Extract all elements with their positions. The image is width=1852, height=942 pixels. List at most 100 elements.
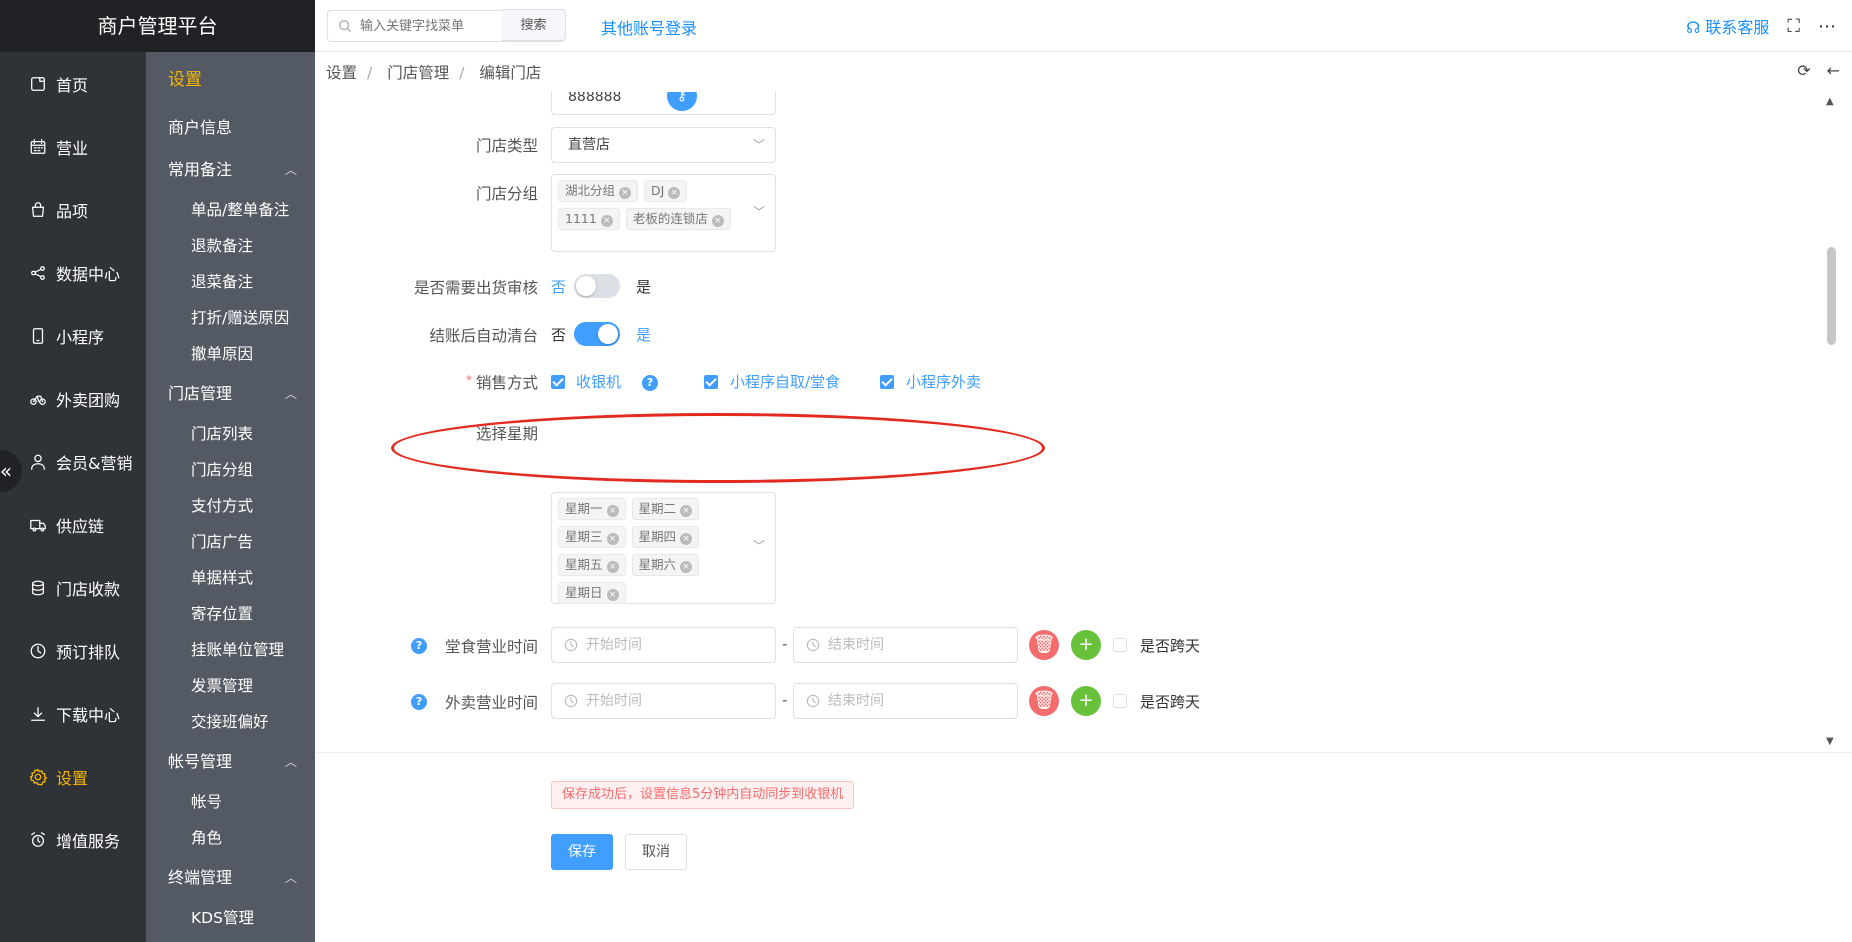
help-icon[interactable]: ? bbox=[411, 694, 427, 710]
range-separator: - bbox=[782, 635, 788, 653]
nav-item-5[interactable]: 外卖团购 bbox=[0, 367, 146, 430]
more-icon[interactable]: ⋯ bbox=[1818, 16, 1836, 37]
nav-item-label: 门店收款 bbox=[56, 579, 121, 599]
select-tag: 星期日 × bbox=[558, 582, 626, 604]
nav-item-12[interactable]: 增值服务 bbox=[0, 808, 146, 871]
store-code-input[interactable]: 888888 bbox=[551, 92, 776, 115]
sales-mode-option[interactable]: 小程序自取/堂食 bbox=[730, 371, 840, 392]
user-icon bbox=[28, 452, 48, 472]
dine-start-time-input[interactable]: 开始时间 bbox=[551, 627, 776, 663]
subnav-item[interactable]: 退菜备注 bbox=[146, 264, 315, 300]
subnav-item[interactable]: 帐号 bbox=[146, 784, 315, 820]
sales-mode-delivery-checkbox[interactable] bbox=[880, 375, 894, 389]
scroll-up-icon[interactable]: ▲ bbox=[1826, 96, 1834, 107]
cancel-button[interactable]: 取消 bbox=[625, 834, 687, 870]
sales-mode-option[interactable]: 收银机 bbox=[576, 371, 621, 392]
nav-item-10[interactable]: 下载中心 bbox=[0, 682, 146, 745]
subnav-item[interactable]: KDS管理 bbox=[146, 900, 315, 936]
subnav-item[interactable]: 支付方式 bbox=[146, 488, 315, 524]
breadcrumb-item[interactable]: 设置 bbox=[326, 64, 357, 82]
subnav-section-title[interactable]: 常用备注 ︿ bbox=[146, 148, 315, 192]
nav-item-label: 外卖团购 bbox=[56, 390, 121, 410]
sales-mode-cashier-checkbox[interactable] bbox=[551, 375, 565, 389]
nav-item-2[interactable]: 品项 bbox=[0, 178, 146, 241]
subnav-item[interactable]: 角色 bbox=[146, 820, 315, 856]
subnav-item[interactable]: 门店广告 bbox=[146, 524, 315, 560]
nav-item-6[interactable]: 会员&营销 bbox=[0, 430, 146, 493]
store-group-label: 门店分组 bbox=[475, 185, 538, 203]
nav-item-8[interactable]: 门店收款 bbox=[0, 556, 146, 619]
sales-mode-pickup-checkbox[interactable] bbox=[704, 375, 718, 389]
tag-close-icon[interactable]: × bbox=[606, 533, 619, 545]
tag-close-icon[interactable]: × bbox=[680, 533, 693, 545]
back-arrow-icon[interactable]: ← bbox=[1827, 61, 1840, 80]
sales-mode-option[interactable]: 小程序外卖 bbox=[906, 371, 981, 392]
save-button[interactable]: 保存 bbox=[551, 834, 613, 870]
content-scrollbar[interactable]: ▲ ▼ bbox=[1824, 92, 1838, 752]
fullscreen-icon[interactable]: ⛶ bbox=[1787, 16, 1800, 37]
tag-close-icon[interactable]: × bbox=[606, 589, 619, 601]
switch-yes-label: 是 bbox=[636, 278, 652, 296]
tag-close-icon[interactable]: × bbox=[668, 187, 681, 199]
search-input[interactable] bbox=[360, 18, 510, 34]
subnav-item[interactable]: 撤单原因 bbox=[146, 336, 315, 372]
search-button[interactable]: 搜索 bbox=[502, 9, 566, 41]
subnav-section-title[interactable]: 门店管理 ︿ bbox=[146, 372, 315, 416]
takeout-end-time-input[interactable]: 结束时间 bbox=[793, 683, 1018, 719]
subnav-section-title[interactable]: 终端管理 ︿ bbox=[146, 856, 315, 900]
weekday-label: 选择星期 bbox=[475, 425, 538, 443]
other-account-login-link[interactable]: 其他账号登录 bbox=[601, 15, 697, 39]
tag-close-icon[interactable]: × bbox=[680, 505, 693, 517]
tag-close-icon[interactable]: × bbox=[606, 505, 619, 517]
tag-close-icon[interactable]: × bbox=[711, 215, 724, 227]
scroll-down-icon[interactable]: ▼ bbox=[1826, 736, 1834, 747]
auto-clear-switch[interactable] bbox=[574, 322, 620, 346]
dine-cross-day-checkbox[interactable] bbox=[1113, 638, 1127, 652]
tag-close-icon[interactable]: × bbox=[600, 215, 613, 227]
cross-day-label: 是否跨天 bbox=[1140, 637, 1201, 655]
subnav-item[interactable]: 发票管理 bbox=[146, 668, 315, 704]
subnav-item[interactable]: 单品/整单备注 bbox=[146, 192, 315, 228]
support-link[interactable]: ☊ 联系客服 bbox=[1686, 14, 1769, 38]
subnav-item[interactable]: 门店列表 bbox=[146, 416, 315, 452]
nav-item-4[interactable]: 小程序 bbox=[0, 304, 146, 367]
store-type-select[interactable]: 直营店 ﹀ bbox=[551, 127, 776, 163]
tag-close-icon[interactable]: × bbox=[606, 561, 619, 573]
add-icon[interactable]: + bbox=[1071, 686, 1101, 716]
subnav-item[interactable]: 单据样式 bbox=[146, 560, 315, 596]
help-icon[interactable]: ? bbox=[411, 638, 427, 654]
subnav-item[interactable]: 门店分组 bbox=[146, 452, 315, 488]
nav-item-11[interactable]: 设置 bbox=[0, 745, 146, 808]
nav-item-label: 首页 bbox=[56, 75, 89, 95]
delete-icon[interactable]: 🗑 bbox=[1029, 686, 1059, 716]
nav-item-9[interactable]: 预订排队 bbox=[0, 619, 146, 682]
subnav-item[interactable]: 打折/赠送原因 bbox=[146, 300, 315, 336]
refresh-icon[interactable]: ⟳ bbox=[1797, 61, 1810, 80]
takeout-start-time-input[interactable]: 开始时间 bbox=[551, 683, 776, 719]
dine-end-time-input[interactable]: 结束时间 bbox=[793, 627, 1018, 663]
tag-close-icon[interactable]: × bbox=[619, 187, 632, 199]
breadcrumb-item[interactable]: 门店管理 bbox=[387, 64, 449, 82]
subnav-item[interactable]: 退款备注 bbox=[146, 228, 315, 264]
takeout-cross-day-checkbox[interactable] bbox=[1113, 694, 1127, 708]
shipping-audit-switch[interactable] bbox=[574, 274, 620, 298]
nav-item-label: 设置 bbox=[56, 768, 89, 788]
subnav-item[interactable]: 挂账单位管理 bbox=[146, 632, 315, 668]
subnav-item[interactable]: 交接班偏好 bbox=[146, 704, 315, 740]
nav-item-1[interactable]: 营业 bbox=[0, 115, 146, 178]
nav-item-0[interactable]: 首页 bbox=[0, 52, 146, 115]
store-group-select[interactable]: 湖北分组 × DJ × 1111 × 老板的连锁店 × ﹀ bbox=[551, 174, 776, 252]
delete-icon[interactable]: 🗑 bbox=[1029, 630, 1059, 660]
breadcrumb: 设置 / 门店管理 / 编辑门店 bbox=[326, 64, 542, 82]
add-icon[interactable]: + bbox=[1071, 630, 1101, 660]
scroll-thumb[interactable] bbox=[1827, 247, 1836, 345]
help-icon[interactable]: ? bbox=[642, 375, 658, 391]
subnav-item-merchant-info[interactable]: 商户信息 bbox=[146, 108, 315, 148]
weekday-select-box[interactable]: 星期一 × 星期二 × 星期三 × 星期四 × 星期五 × 星期六 × 星期日 × ﹀ bbox=[551, 492, 776, 604]
nav-item-3[interactable]: 数据中心 bbox=[0, 241, 146, 304]
subnav-item[interactable]: 寄存位置 bbox=[146, 596, 315, 632]
subnav-section-title[interactable]: 帐号管理 ︿ bbox=[146, 740, 315, 784]
nav-item-label: 供应链 bbox=[56, 516, 105, 536]
tag-close-icon[interactable]: × bbox=[680, 561, 693, 573]
nav-item-7[interactable]: 供应链 bbox=[0, 493, 146, 556]
